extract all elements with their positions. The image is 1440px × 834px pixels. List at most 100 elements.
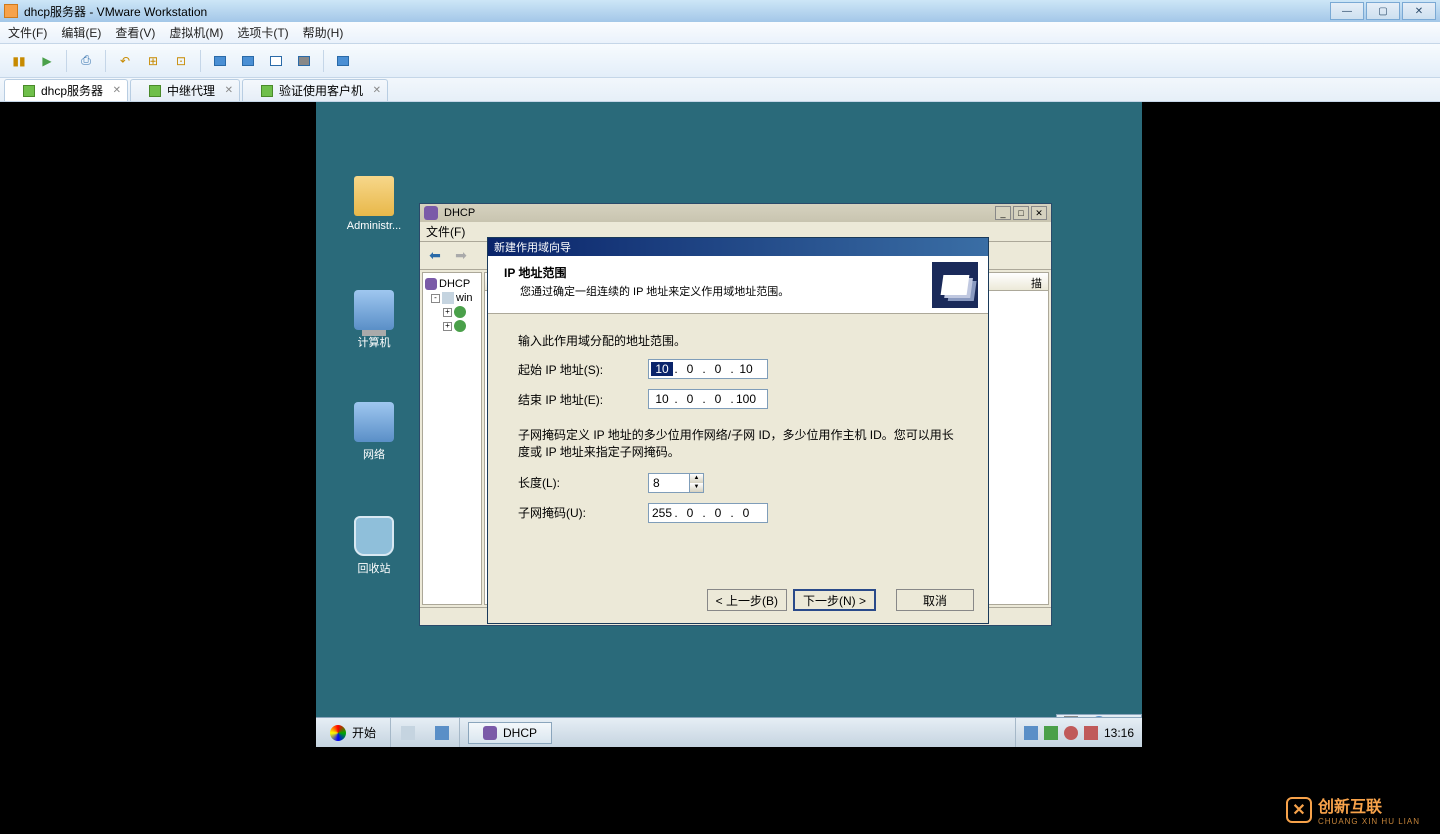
ip-octet[interactable]: 0	[679, 506, 701, 520]
mmc-titlebar[interactable]: DHCP _ □ ✕	[420, 204, 1051, 222]
tray-volume-icon[interactable]	[1064, 726, 1078, 740]
revert-icon[interactable]: ↶	[114, 50, 136, 72]
tree-collapse-icon[interactable]: -	[431, 294, 440, 303]
back-icon[interactable]: ⬅	[424, 245, 446, 267]
length-input[interactable]: ▲ ▼	[648, 473, 704, 493]
fullscreen-icon[interactable]	[209, 50, 231, 72]
forward-icon[interactable]: ➡	[450, 245, 472, 267]
vm-running-icon	[149, 85, 161, 97]
mmc-menu-file[interactable]: 文件(F)	[426, 223, 465, 240]
tray-shield-icon[interactable]	[1044, 726, 1058, 740]
wizard-titlebar[interactable]: 新建作用域向导	[488, 238, 988, 256]
tab-close-icon[interactable]: ✕	[373, 85, 381, 96]
tab-label: 中继代理	[167, 82, 215, 99]
quick-launch-desktop[interactable]	[425, 718, 459, 747]
toolbar-separator	[66, 50, 67, 72]
ip-octet[interactable]: 100	[735, 392, 757, 406]
maximize-button[interactable]: ▢	[1366, 2, 1400, 20]
watermark-sub: CHUANG XIN HU LIAN	[1318, 817, 1420, 826]
unity-icon[interactable]	[237, 50, 259, 72]
tray-network-icon[interactable]	[1024, 726, 1038, 740]
start-ip-input[interactable]: 10. 0. 0. 10	[648, 359, 768, 379]
mmc-tree[interactable]: DHCP - win + +	[422, 272, 482, 605]
menu-view[interactable]: 查看(V)	[115, 24, 155, 41]
tree-root[interactable]: DHCP	[425, 277, 479, 291]
ip-octet[interactable]: 0	[707, 392, 729, 406]
desktop-icon-administrator[interactable]: Administr...	[334, 176, 414, 232]
tab-relay-agent[interactable]: 中继代理 ✕	[130, 79, 240, 101]
close-button[interactable]: ✕	[1402, 2, 1436, 20]
taskbar-separator	[459, 718, 460, 747]
ip-octet[interactable]: 0	[679, 392, 701, 406]
snapshot-icon[interactable]: ⎙	[75, 50, 97, 72]
tree-child-2[interactable]: +	[425, 319, 479, 333]
tree-child-1[interactable]: +	[425, 305, 479, 319]
tab-dhcp-server[interactable]: dhcp服务器 ✕	[4, 79, 128, 101]
cancel-button[interactable]: 取消	[896, 589, 974, 611]
show-desktop-icon	[435, 726, 449, 740]
ip-octet[interactable]: 0	[735, 506, 757, 520]
vm-running-icon	[23, 85, 35, 97]
mask-input[interactable]: 255. 0. 0. 0	[648, 503, 768, 523]
next-button[interactable]: 下一步(N) >	[793, 589, 876, 611]
thumbnail-icon[interactable]	[332, 50, 354, 72]
computer-icon	[354, 290, 394, 330]
minimize-button[interactable]: —	[1330, 2, 1364, 20]
mmc-close-button[interactable]: ✕	[1031, 206, 1047, 220]
mmc-maximize-button[interactable]: □	[1013, 206, 1029, 220]
console-view-icon[interactable]	[265, 50, 287, 72]
desktop-icon-recycle-bin[interactable]: 回收站	[334, 516, 414, 576]
ip-octet[interactable]: 10	[651, 362, 673, 376]
tree-expand-icon[interactable]: +	[443, 322, 452, 331]
taskbar-task-dhcp[interactable]: DHCP	[468, 722, 552, 744]
menu-file[interactable]: 文件(F)	[8, 24, 47, 41]
tray-clock[interactable]: 13:16	[1104, 726, 1134, 740]
body-instruction: 输入此作用域分配的地址范围。	[518, 332, 958, 349]
length-value[interactable]	[649, 476, 689, 490]
tray-power-icon[interactable]	[1084, 726, 1098, 740]
dhcp-icon	[424, 206, 438, 220]
watermark: ✕ 创新互联 CHUANG XIN HU LIAN	[1286, 793, 1420, 826]
desktop-icon-network[interactable]: 网络	[334, 402, 414, 462]
explorer-icon	[401, 726, 415, 740]
tree-expand-icon[interactable]: +	[443, 308, 452, 317]
length-row: 长度(L): ▲ ▼	[518, 473, 958, 493]
ip-octet[interactable]: 0	[707, 506, 729, 520]
power-play-icon[interactable]: ▶	[36, 50, 58, 72]
ip-octet[interactable]: 10	[651, 392, 673, 406]
power-suspend-icon[interactable]: ▮▮	[8, 50, 30, 72]
quick-launch-explorer[interactable]	[391, 718, 425, 747]
spin-down-icon[interactable]: ▼	[689, 483, 703, 492]
icon-label: 计算机	[334, 334, 414, 350]
menu-edit[interactable]: 编辑(E)	[61, 24, 101, 41]
new-scope-wizard[interactable]: 新建作用域向导 IP 地址范围 您通过确定一组连续的 IP 地址来定义作用域地址…	[487, 237, 989, 624]
tab-verify-client[interactable]: 验证使用客户机 ✕	[242, 79, 388, 101]
snapshot-manage-icon[interactable]: ⊞	[142, 50, 164, 72]
vmware-toolbar: ▮▮ ▶ ⎙ ↶ ⊞ ⊡	[0, 44, 1440, 78]
mmc-minimize-button[interactable]: _	[995, 206, 1011, 220]
snapshot-take-icon[interactable]: ⊡	[170, 50, 192, 72]
tree-server[interactable]: - win	[425, 291, 479, 305]
menu-help[interactable]: 帮助(H)	[303, 24, 344, 41]
mmc-title-text: DHCP	[444, 207, 475, 219]
guest-viewport: Administr... 计算机 网络 回收站 ▾	[0, 102, 1440, 779]
tab-close-icon[interactable]: ✕	[225, 85, 233, 96]
task-label: DHCP	[503, 726, 537, 740]
ip-octet[interactable]: 255	[651, 506, 673, 520]
end-ip-input[interactable]: 10. 0. 0. 100	[648, 389, 768, 409]
ip-octet[interactable]: 0	[679, 362, 701, 376]
ip-octet[interactable]: 10	[735, 362, 757, 376]
ip-octet[interactable]: 0	[707, 362, 729, 376]
vmware-titlebar[interactable]: dhcp服务器 - VMware Workstation — ▢ ✕	[0, 0, 1440, 22]
spin-up-icon[interactable]: ▲	[689, 474, 703, 483]
start-button[interactable]: 开始	[316, 718, 391, 747]
tab-close-icon[interactable]: ✕	[113, 85, 121, 96]
scope-icon	[454, 320, 466, 332]
multimon-icon[interactable]	[293, 50, 315, 72]
menu-vm[interactable]: 虚拟机(M)	[169, 24, 223, 41]
back-button[interactable]: < 上一步(B)	[707, 589, 787, 611]
wizard-header-icon	[932, 262, 978, 308]
vmware-menubar: 文件(F) 编辑(E) 查看(V) 虚拟机(M) 选项卡(T) 帮助(H)	[0, 22, 1440, 44]
menu-tabs[interactable]: 选项卡(T)	[237, 24, 288, 41]
desktop-icon-computer[interactable]: 计算机	[334, 290, 414, 350]
